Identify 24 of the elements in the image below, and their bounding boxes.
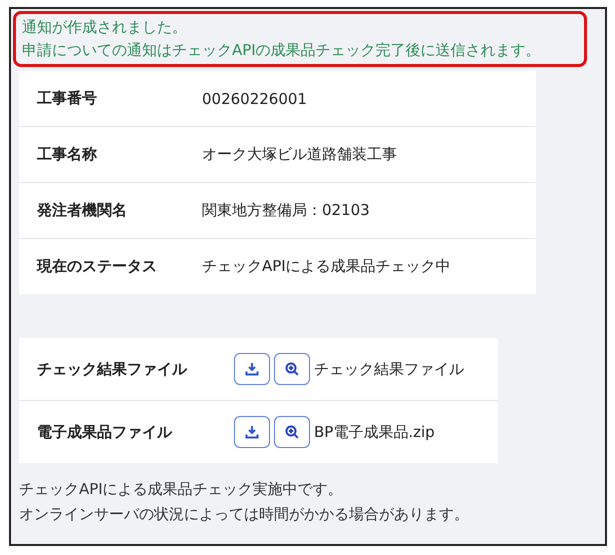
field-value: オーク大塚ビル道路舗装工事 <box>202 145 397 164</box>
zoom-in-button[interactable] <box>274 416 310 448</box>
field-label: 工事名称 <box>37 145 98 164</box>
download-icon <box>245 362 259 376</box>
file-name: BP電子成果品.zip <box>314 422 435 442</box>
download-button[interactable] <box>234 416 270 448</box>
download-icon <box>245 425 259 439</box>
download-button[interactable] <box>234 353 270 385</box>
field-value: 00260226001 <box>202 90 307 108</box>
field-label: 現在のステータス <box>37 257 158 276</box>
field-value: チェックAPIによる成果品チェック中 <box>202 257 451 276</box>
status-message: チェックAPIによる成果品チェック実施中です。 <box>19 479 344 500</box>
field-label: 電子成果品ファイル <box>37 422 174 442</box>
zoom-in-icon <box>285 362 299 376</box>
notification-text: 通知が作成されました。 <box>22 17 188 38</box>
file-name: チェック結果ファイル <box>314 360 464 378</box>
field-value: 関東地方整備局：02103 <box>202 201 370 220</box>
status-message: オンラインサーバの状況によっては時間がかかる場合があります。 <box>19 504 470 525</box>
notification-text: 申請についての通知はチェックAPIの成果品チェック完了後に送信されます。 <box>22 40 542 61</box>
field-label: 工事番号 <box>37 89 98 108</box>
zoom-in-icon <box>285 425 299 439</box>
zoom-in-button[interactable] <box>274 353 310 385</box>
field-label: 発注者機関名 <box>37 201 128 220</box>
field-label: チェック結果ファイル <box>37 360 188 378</box>
